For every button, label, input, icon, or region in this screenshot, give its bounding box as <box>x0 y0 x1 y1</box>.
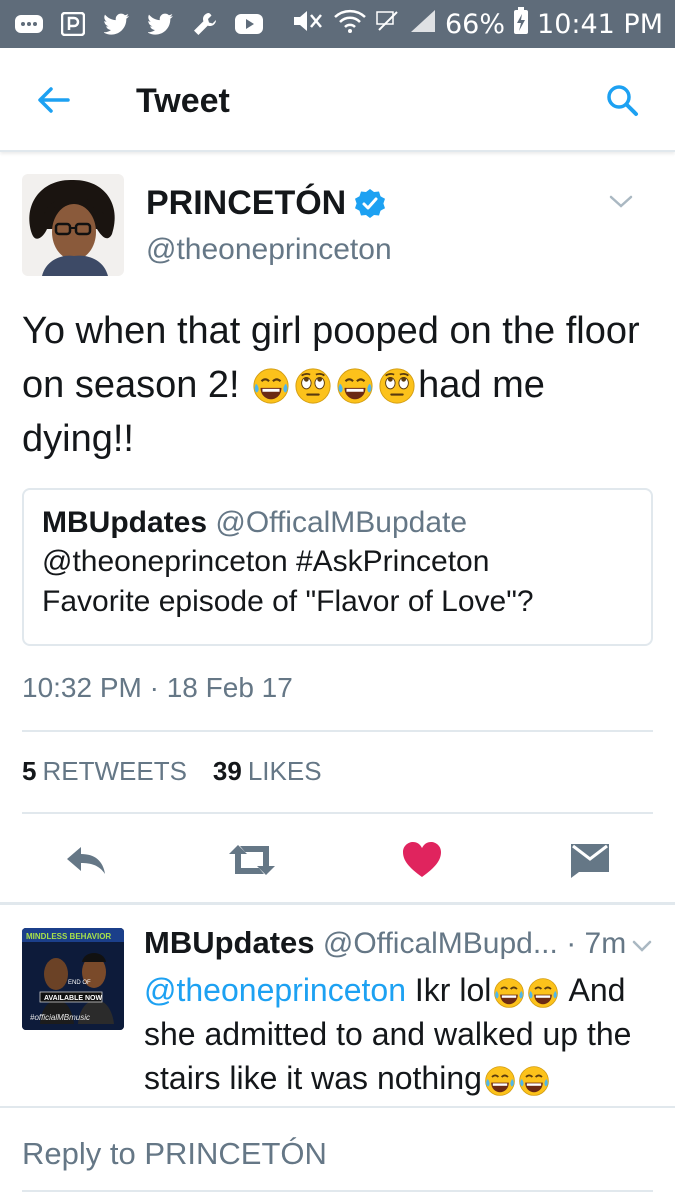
likes-stat[interactable]: 39 LIKES <box>213 756 322 787</box>
reply-compose-field[interactable]: Reply to PRINCETÓN <box>22 1136 327 1172</box>
retweet-icon <box>229 845 275 875</box>
search-icon <box>607 85 638 116</box>
quoted-tweet-line2: Favorite episode of "Flavor of Love"? <box>42 585 534 618</box>
reply-emojis-a <box>493 977 559 1009</box>
chevron-down-icon <box>609 195 633 208</box>
section-divider <box>0 902 675 905</box>
author-avatar[interactable] <box>22 174 124 276</box>
tears-of-joy-emoji-icon <box>519 1066 549 1096</box>
author-name[interactable]: PRINCETÓN <box>146 184 386 223</box>
avatar-brand-text: MINDLESS BEHAVIOR <box>26 932 111 941</box>
verified-badge-icon <box>355 188 386 218</box>
messenger-icon <box>14 11 44 37</box>
engagement-stats: 5 RETWEETS 39 LIKES <box>22 756 322 787</box>
quoted-author-name: MBUpdates <box>42 506 208 539</box>
tears-of-joy-emoji-icon <box>253 368 289 404</box>
reply-author-handle[interactable]: @OfficalMBupd... <box>323 927 558 960</box>
divider <box>22 812 653 814</box>
search-button[interactable] <box>600 78 644 122</box>
reply-icon <box>67 847 105 874</box>
reply-author-avatar[interactable]: MINDLESS BEHAVIOR END OF AVAILABLE NOW #… <box>22 928 124 1030</box>
retweet-label: RETWEETS <box>42 756 187 786</box>
reply-mention-link[interactable]: @theoneprinceton <box>144 972 406 1008</box>
back-arrow-icon <box>38 87 70 113</box>
app-bar: Tweet <box>0 48 675 152</box>
reply-header: MBUpdates @OfficalMBupd... · 7m <box>144 923 626 964</box>
reply-menu-button[interactable] <box>630 936 654 956</box>
retweets-stat[interactable]: 5 RETWEETS <box>22 756 187 787</box>
tweet-menu-button[interactable] <box>606 190 636 214</box>
avatar-end-text: END OF <box>68 980 91 986</box>
compose-underline <box>22 1190 653 1192</box>
tweet-actions <box>0 830 675 890</box>
retweet-button[interactable] <box>222 830 282 890</box>
back-button[interactable] <box>30 78 76 122</box>
reply-author-name[interactable]: MBUpdates <box>144 925 315 960</box>
section-divider <box>0 1106 675 1108</box>
wifi-icon <box>333 8 367 41</box>
tears-of-joy-emoji-icon <box>337 368 373 404</box>
direct-message-button[interactable] <box>560 830 620 890</box>
avatar-tag-text: #officialMBmusic <box>30 1013 90 1022</box>
cellular-icon <box>409 8 437 41</box>
pandora-icon <box>58 11 88 37</box>
tweet-text: Yo when that girl pooped on the floor on… <box>22 304 652 466</box>
twitter-icon <box>102 11 132 37</box>
rolling-eyes-emoji-icon <box>379 368 415 404</box>
no-signal-icon <box>375 8 401 41</box>
tears-of-joy-emoji-icon <box>528 978 559 1008</box>
heart-icon <box>403 842 441 877</box>
reply-emojis-b <box>484 1065 550 1097</box>
mute-icon <box>291 8 325 41</box>
reply-button[interactable] <box>56 830 116 890</box>
twitter-icon <box>146 11 176 37</box>
reply-timestamp: · 7m <box>566 927 627 960</box>
battery-percent: 66% <box>445 8 506 40</box>
like-button[interactable] <box>392 830 452 890</box>
wrench-icon <box>190 11 220 37</box>
envelope-icon <box>571 844 609 878</box>
author-name-text: PRINCETÓN <box>146 184 347 222</box>
tears-of-joy-emoji-icon <box>494 978 525 1008</box>
status-bar: 66% 10:41 PM <box>0 0 675 48</box>
reply-text: @theoneprinceton Ikr lol And she admitte… <box>144 968 654 1100</box>
tweet-timestamp: 10:32 PM · 18 Feb 17 <box>22 672 293 703</box>
rolling-eyes-emoji-icon <box>295 368 331 404</box>
quoted-tweet[interactable]: MBUpdates @OfficalMBupdate @theoneprince… <box>22 488 653 646</box>
youtube-icon <box>234 11 264 37</box>
author-handle[interactable]: @theoneprinceton <box>146 233 392 267</box>
avatar-available-text: AVAILABLE NOW <box>44 995 102 1002</box>
chevron-down-icon <box>632 940 652 952</box>
quoted-tweet-line1: @theoneprinceton #AskPrinceton <box>42 545 490 578</box>
tears-of-joy-emoji-icon <box>485 1066 515 1096</box>
page-title: Tweet <box>136 82 230 120</box>
quoted-tweet-header: MBUpdates @OfficalMBupdate <box>42 504 633 542</box>
retweet-count: 5 <box>22 756 37 786</box>
system-indicators: 66% 10:41 PM <box>291 6 663 42</box>
like-label: LIKES <box>247 756 322 786</box>
divider <box>22 730 653 732</box>
like-count: 39 <box>212 756 242 786</box>
reply-text-a: Ikr lol <box>414 972 492 1008</box>
clock-time: 10:41 PM <box>537 8 663 40</box>
notification-icons <box>14 8 264 40</box>
quoted-author-handle: @OfficalMBupdate <box>215 506 468 539</box>
battery-charging-icon <box>513 6 529 42</box>
tweet-emojis <box>252 367 416 405</box>
